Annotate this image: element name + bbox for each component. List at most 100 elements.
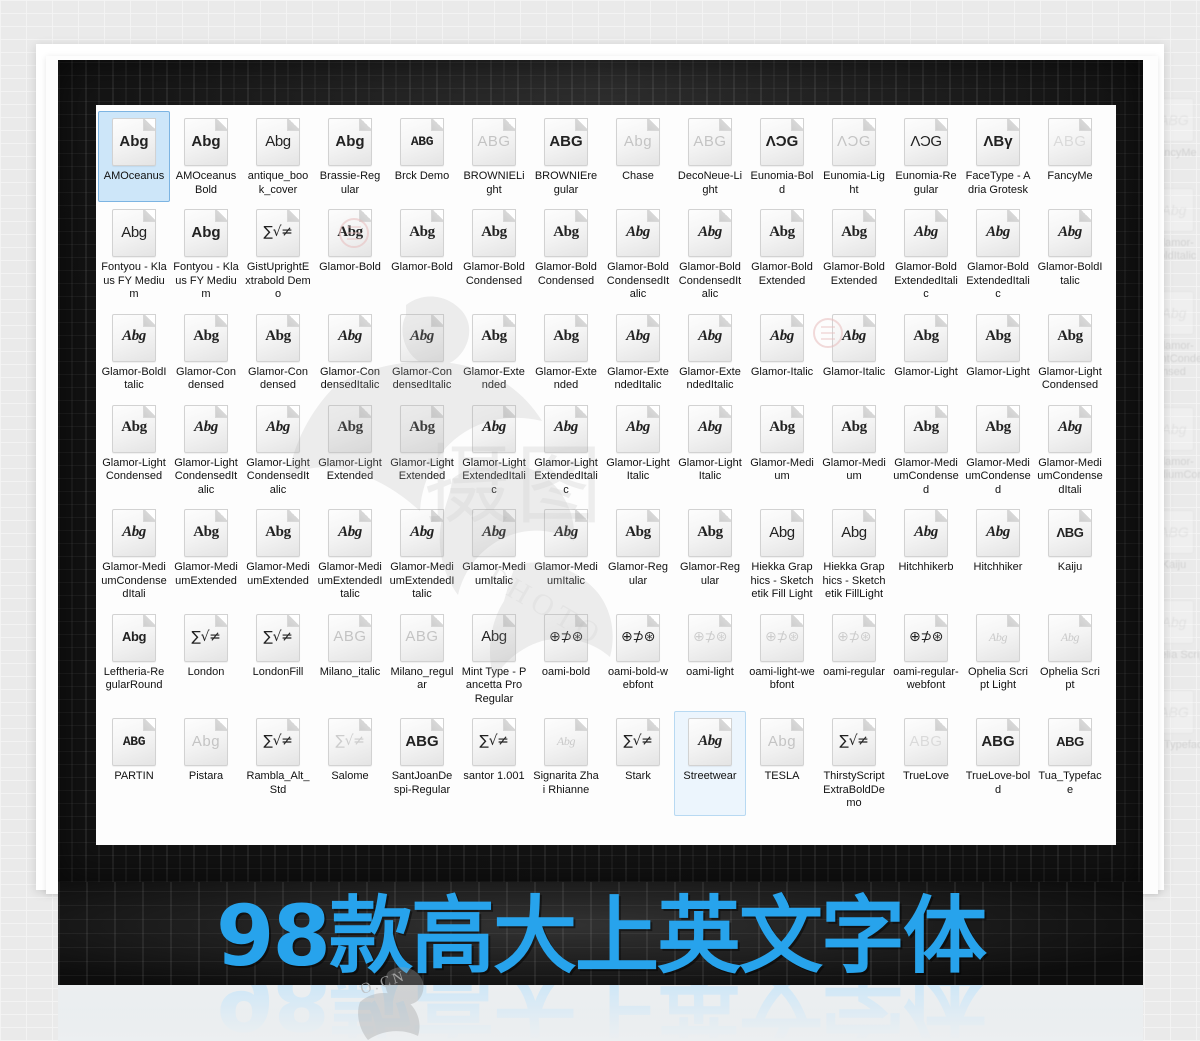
font-file-item[interactable]: Abg Glamor-Italic [746, 307, 818, 398]
font-file-item[interactable]: Abg Brassie-Regular [314, 111, 386, 202]
font-file-item[interactable]: Abg Glamor-Regular [602, 502, 674, 607]
font-file-item[interactable]: Abg Glamor-Medium [818, 398, 890, 503]
font-file-item[interactable]: Abg AMOceanusBold [170, 111, 242, 202]
font-file-item[interactable]: Abg Signarita Zhai Rhianne [530, 711, 602, 816]
font-file-item[interactable]: ΛƆG Eunomia-Regular [890, 111, 962, 202]
font-file-item[interactable]: Abg Glamor-BoldCondensedItalic [602, 202, 674, 307]
font-file-item[interactable]: ΛΒγ FaceType - Adria Grotesk [962, 111, 1034, 202]
font-file-item[interactable]: ∑√≠ Rambla_Alt_Std [242, 711, 314, 816]
font-file-item[interactable]: Abg Glamor-Condensed [170, 307, 242, 398]
font-file-item[interactable]: Abg Streetwear [674, 711, 746, 816]
font-file-item[interactable]: ΛΒG Kaiju [1034, 502, 1106, 607]
font-file-item[interactable]: Abg Glamor-BoldItalic [98, 307, 170, 398]
font-file-item[interactable]: ∑√≠ santor 1.001 [458, 711, 530, 816]
font-file-item[interactable]: Abg Glamor-MediumCondensedItali [1034, 398, 1106, 503]
font-file-item[interactable]: Abg Glamor-Light [962, 307, 1034, 398]
font-file-item[interactable]: ABG DecoNeue-Light [674, 111, 746, 202]
font-file-item[interactable]: Abg Glamor-LightCondensedItalic [242, 398, 314, 503]
font-file-item[interactable]: ∑√≠ ThirstyScriptExtraBoldDemo [818, 711, 890, 816]
font-file-item[interactable]: Abg Pistara [170, 711, 242, 816]
font-file-item[interactable]: ∑√≠ Salome [314, 711, 386, 816]
font-file-item[interactable]: Abg Ophelia Script [1034, 607, 1106, 712]
font-file-item[interactable]: Abg Hiekka Graphics - Sketchetik Fill Lig… [746, 502, 818, 607]
font-file-item[interactable]: ABG PARTIN [98, 711, 170, 816]
font-file-item[interactable]: Abg Glamor-Bold [386, 202, 458, 307]
font-file-item[interactable]: Abg Hiekka Graphics - Sketchetik FillLigh… [818, 502, 890, 607]
font-file-item[interactable]: Abg Fontyou - Klaus FY Medium [98, 202, 170, 307]
font-file-item[interactable]: Abg Hitchhikerb [890, 502, 962, 607]
font-file-item[interactable]: Abg Ophelia Script Light [962, 607, 1034, 712]
font-file-item[interactable]: ΛƆG Eunomia-Bold [746, 111, 818, 202]
font-file-item[interactable]: ⊕⊅⊛ oami-bold [530, 607, 602, 712]
font-file-item[interactable]: Abg Glamor-MediumExtended [242, 502, 314, 607]
font-file-item[interactable]: Abg Glamor-MediumCondensed [962, 398, 1034, 503]
font-file-item[interactable]: Abg Glamor-LightExtended [386, 398, 458, 503]
font-file-item[interactable]: Abg Glamor-LightCondensed [98, 398, 170, 503]
font-file-item[interactable]: Abg Glamor-Italic [818, 307, 890, 398]
font-file-item[interactable]: Abg Glamor-LightExtended [314, 398, 386, 503]
font-file-item[interactable]: Abg Glamor-BoldExtended [746, 202, 818, 307]
font-file-item[interactable]: Abg Glamor-BoldExtendedItalic [890, 202, 962, 307]
font-file-item[interactable]: ∑√≠ LondonFill [242, 607, 314, 712]
font-file-item[interactable]: Abg Glamor-BoldCondensedItalic [674, 202, 746, 307]
font-file-item[interactable]: Abg Glamor-MediumCondensedItali [98, 502, 170, 607]
font-file-item[interactable]: Abg Glamor-Regular [674, 502, 746, 607]
font-file-item[interactable]: ABG Brck Demo [386, 111, 458, 202]
font-file-item[interactable]: Abg Glamor-Medium [746, 398, 818, 503]
font-file-item[interactable]: Abg Glamor-MediumExtended [170, 502, 242, 607]
font-file-item[interactable]: ABG SantJoanDespi-Regular [386, 711, 458, 816]
font-file-item[interactable]: ABG BROWNIELight [458, 111, 530, 202]
font-file-item[interactable]: ⊕⊅⊛ oami-bold-webfont [602, 607, 674, 712]
font-file-item[interactable]: Abg Glamor-BoldItalic [1034, 202, 1106, 307]
font-file-item[interactable]: Abg Hitchhiker [962, 502, 1034, 607]
font-file-item[interactable]: ∑√≠ Stark [602, 711, 674, 816]
font-file-item[interactable]: Abg Glamor-MediumExtendedItalic [314, 502, 386, 607]
font-file-item[interactable]: Abg Glamor-BoldExtended [818, 202, 890, 307]
font-file-item[interactable]: Abg Glamor-MediumCondensed [890, 398, 962, 503]
font-file-item[interactable]: ∑√≠ London [170, 607, 242, 712]
font-file-item[interactable]: Abg Glamor-LightCondensed [1034, 307, 1106, 398]
font-file-item[interactable]: Abg Glamor-LightCondensedItalic [170, 398, 242, 503]
font-file-item[interactable]: Abg Glamor-ExtendedItalic [674, 307, 746, 398]
font-file-item[interactable]: ABG Milano_regular [386, 607, 458, 712]
font-file-item[interactable]: Abg Glamor-CondensedItalic [314, 307, 386, 398]
font-file-item[interactable]: Abg Glamor-Extended [530, 307, 602, 398]
font-file-item[interactable]: Abg Mint Type - Pancetta Pro Regular [458, 607, 530, 712]
font-file-item[interactable]: Abg Fontyou - Klaus FY Medium [170, 202, 242, 307]
font-file-grid-panel[interactable]: Abg AMOceanus Abg AMOceanusBold Abg antique_b… [96, 105, 1116, 845]
font-file-item[interactable]: Abg Glamor-BoldExtendedItalic [962, 202, 1034, 307]
font-file-item[interactable]: ABG Tua_Typeface [1034, 711, 1106, 816]
font-file-item[interactable]: ABG TrueLove-bold [962, 711, 1034, 816]
font-file-item[interactable]: Abg Glamor-LightExtendedItalic [530, 398, 602, 503]
font-file-item[interactable]: ΛƆG Eunomia-Light [818, 111, 890, 202]
font-file-item[interactable]: ABG BROWNIEregular [530, 111, 602, 202]
font-file-item[interactable]: Abg Glamor-Condensed [242, 307, 314, 398]
font-file-item[interactable]: Abg Glamor-ExtendedItalic [602, 307, 674, 398]
font-file-item[interactable]: ∑√≠ GistUprightExtrabold Demo [242, 202, 314, 307]
font-file-item[interactable]: ABG FancyMe [1034, 111, 1106, 202]
font-file-item[interactable]: Abg Glamor-BoldCondensed [458, 202, 530, 307]
font-file-item[interactable]: ⊕⊅⊛ oami-regular [818, 607, 890, 712]
font-file-item[interactable]: Abg Glamor-LightExtendedItalic [458, 398, 530, 503]
font-file-item[interactable]: Abg Leftheria-RegularRound [98, 607, 170, 712]
font-file-item[interactable]: Abg Glamor-MediumItalic [530, 502, 602, 607]
font-file-item[interactable]: Abg antique_book_cover [242, 111, 314, 202]
font-preview-glyph: Abg [554, 419, 578, 435]
font-file-item[interactable]: ABG Milano_italic [314, 607, 386, 712]
font-file-item[interactable]: Abg Glamor-CondensedItalic [386, 307, 458, 398]
font-file-item[interactable]: ⊕⊅⊛ oami-regular-webfont [890, 607, 962, 712]
font-file-item[interactable]: Abg Glamor-Extended [458, 307, 530, 398]
font-file-item[interactable]: Abg Glamor-Bold [314, 202, 386, 307]
font-file-item[interactable]: Abg Glamor-LightItalic [674, 398, 746, 503]
font-file-item[interactable]: ⊕⊅⊛ oami-light [674, 607, 746, 712]
font-file-item[interactable]: Abg Glamor-LightItalic [602, 398, 674, 503]
font-file-item[interactable]: Abg Chase [602, 111, 674, 202]
font-file-item[interactable]: ABG TrueLove [890, 711, 962, 816]
font-file-item[interactable]: Abg Glamor-MediumExtendedItalic [386, 502, 458, 607]
font-file-item[interactable]: Abg AMOceanus [98, 111, 170, 202]
font-file-item[interactable]: Abg TESLA [746, 711, 818, 816]
font-file-item[interactable]: Abg Glamor-MediumItalic [458, 502, 530, 607]
font-file-item[interactable]: Abg Glamor-Light [890, 307, 962, 398]
font-file-item[interactable]: ⊕⊅⊛ oami-light-webfont [746, 607, 818, 712]
font-file-item[interactable]: Abg Glamor-BoldCondensed [530, 202, 602, 307]
